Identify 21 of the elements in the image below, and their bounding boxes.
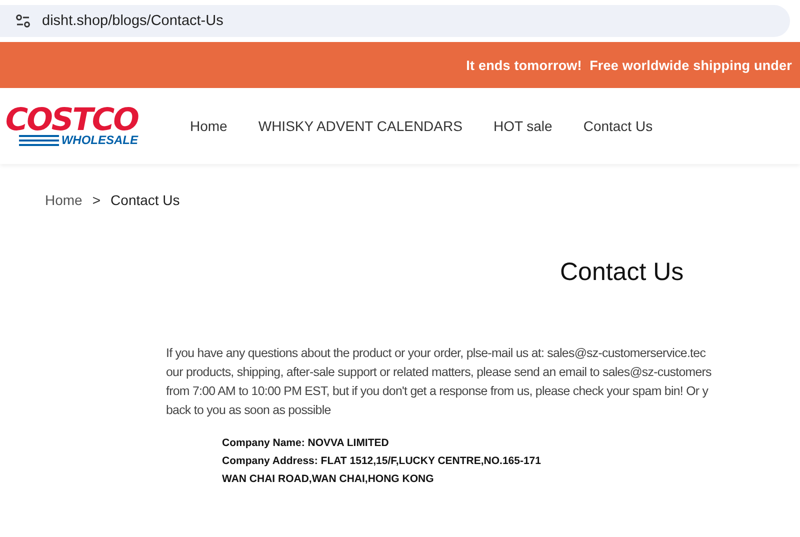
breadcrumb-separator: > bbox=[92, 192, 101, 208]
nav-link[interactable]: WHISKY ADVENT CALENDARS bbox=[258, 118, 462, 134]
body-text-line: our products, shipping, after-sale support or related matters, please send an email to sales@sz-customers bbox=[166, 364, 712, 381]
breadcrumb-link[interactable]: Home bbox=[45, 192, 82, 208]
announcement-text: It ends tomorrow! Free worldwide shipping under bbox=[466, 58, 792, 72]
logo-stripes-icon bbox=[19, 134, 60, 146]
body-text-line: from 7:00 AM to 10:00 PM EST, but if you don't get a response from us, please check your spam bin! Or y bbox=[166, 383, 710, 400]
company-info-line: Company Name: NOVVA LIMITED bbox=[222, 436, 390, 451]
nav-link[interactable]: Contact Us bbox=[583, 118, 653, 134]
company-info-line: Company Address: FLAT 1512,15/F,LUCKY CENTRE,NO.165-171 bbox=[222, 454, 542, 469]
nav-link[interactable]: HOT sale bbox=[493, 118, 552, 134]
address-bar[interactable]: disht.shop/blogs/Contact-Us bbox=[0, 5, 790, 37]
company-info-line: WAN CHAI ROAD,WAN CHAI,HONG KONG bbox=[222, 472, 435, 487]
breadcrumb-link[interactable]: Contact Us bbox=[110, 192, 180, 208]
body-text-line: If you have any questions about the product or your order, plse-mail us at: sales@sz-customerservice.tec bbox=[166, 345, 707, 362]
page-heading: Contact Us bbox=[560, 258, 685, 287]
body-text-line: back to you as soon as possible bbox=[166, 402, 332, 419]
site-settings-icon[interactable] bbox=[15, 14, 31, 28]
logo[interactable]: COSTCO WHOLESALE bbox=[0, 106, 138, 146]
nav-link[interactable]: Home bbox=[190, 118, 228, 134]
url-text: disht.shop/blogs/Contact-Us bbox=[42, 13, 224, 29]
